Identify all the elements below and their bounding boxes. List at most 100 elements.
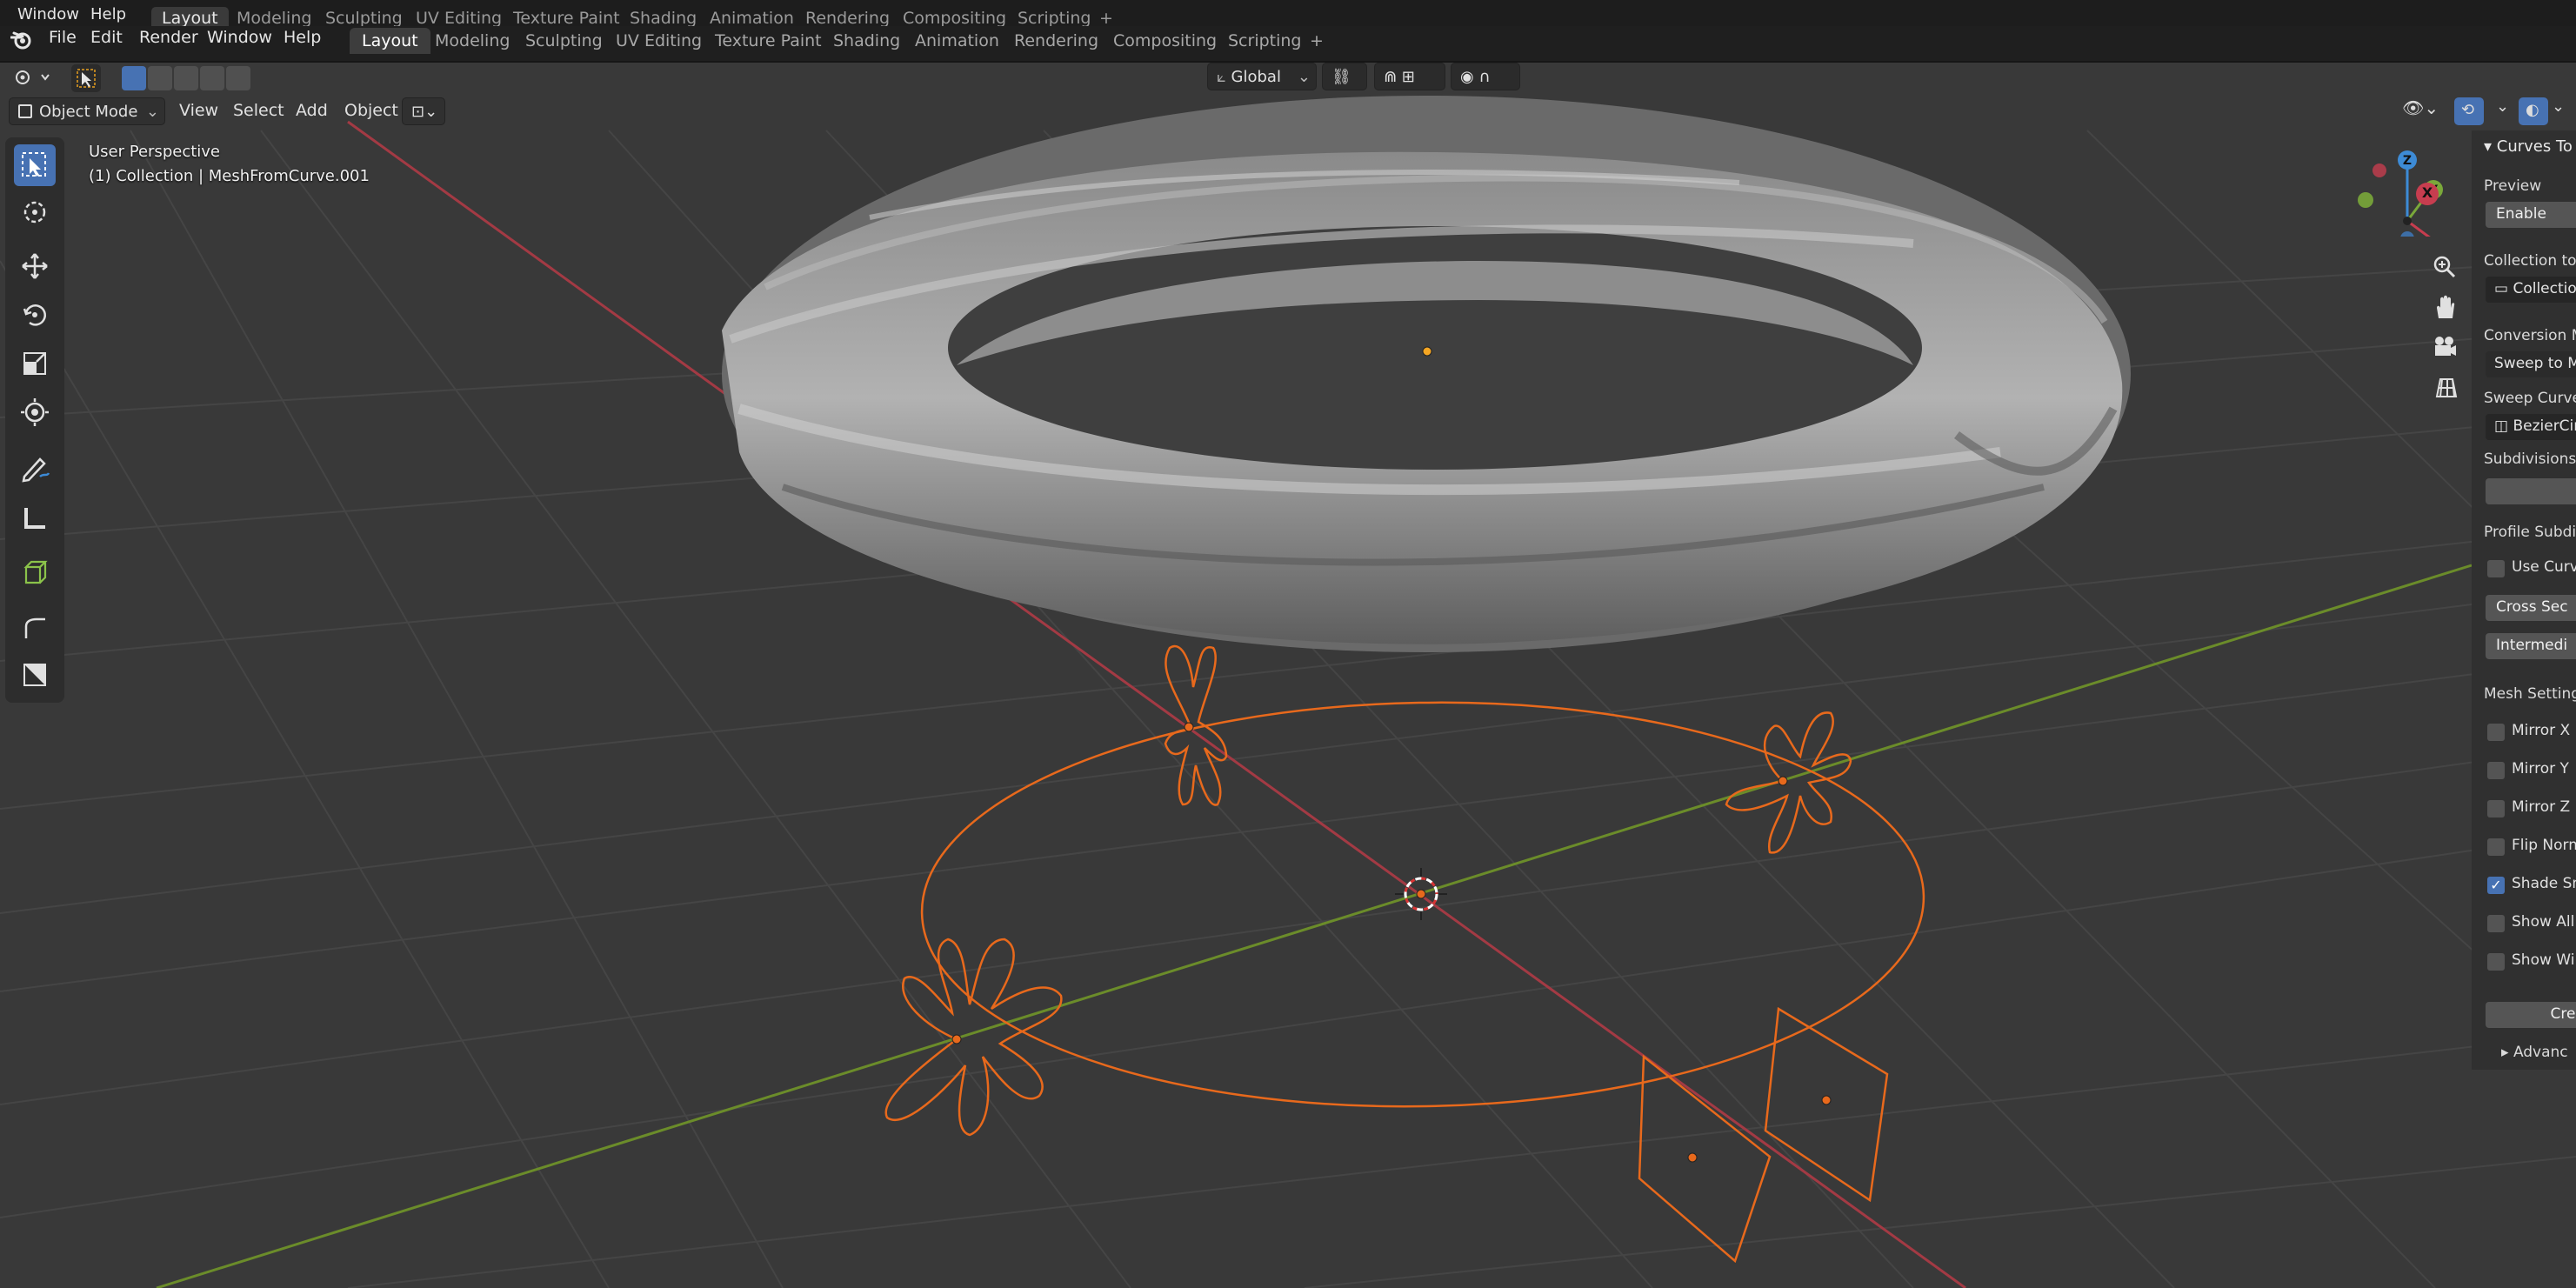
- camera-icon[interactable]: [2430, 332, 2459, 362]
- ghost-tab-texture-paint[interactable]: Texture Paint: [503, 7, 631, 26]
- overlay-toggle[interactable]: ◐: [2519, 97, 2548, 125]
- mesh-origin-dot: [1422, 346, 1432, 357]
- disclosure-triangle-icon: ▸: [2501, 1044, 2513, 1061]
- measure-tool[interactable]: [14, 497, 56, 539]
- mirror-x-checkbox[interactable]: [2487, 724, 2505, 741]
- panel-title: Curves To: [2496, 137, 2573, 156]
- mirror-y-label: Mirror Y: [2512, 760, 2569, 777]
- menu-select[interactable]: Select: [233, 101, 284, 120]
- menu-add[interactable]: Add: [296, 101, 328, 120]
- object-mode-dropdown[interactable]: Object Mode ⌄: [9, 97, 165, 125]
- transform-orientation-dropdown[interactable]: ⟀ Global ⌄: [1207, 63, 1317, 90]
- zoom-icon[interactable]: [2430, 252, 2459, 282]
- collection-field[interactable]: ▭ Collection: [2486, 277, 2576, 303]
- annotate-tool[interactable]: [14, 447, 56, 489]
- show-wire-label: Show Wi: [2512, 951, 2575, 969]
- select-tool-button[interactable]: [71, 64, 101, 92]
- menu-help[interactable]: Help: [284, 26, 321, 50]
- grid-ortho-icon[interactable]: [2430, 372, 2459, 402]
- tab-modeling[interactable]: Modeling: [423, 28, 522, 54]
- ghost-menu-help[interactable]: Help: [90, 5, 126, 23]
- subdivisions-slider[interactable]: [2486, 478, 2576, 504]
- ghost-tab-modeling[interactable]: Modeling: [226, 7, 322, 26]
- select-intersect-icon[interactable]: [226, 66, 250, 90]
- rotate-tool[interactable]: [14, 294, 56, 336]
- collection-icon: ▭: [2494, 280, 2513, 297]
- gizmo-x-axis[interactable]: X: [2416, 183, 2439, 205]
- tab-rendering[interactable]: Rendering: [1002, 28, 1111, 54]
- hand-pan-icon[interactable]: [2430, 292, 2459, 322]
- ghost-tab-compositing[interactable]: Compositing: [892, 7, 1017, 26]
- use-curve-checkbox[interactable]: [2487, 560, 2505, 577]
- mirror-z-checkbox[interactable]: [2487, 800, 2505, 818]
- gizmo-icon: ⟲: [2461, 101, 2475, 119]
- cross-section-button[interactable]: Cross Sec: [2486, 595, 2576, 621]
- snap-toggle[interactable]: ⋒ ⊞: [1374, 63, 1445, 90]
- ghost-tab-uv-editing[interactable]: UV Editing: [405, 7, 512, 26]
- conversion-dropdown[interactable]: Sweep to M: [2486, 351, 2576, 377]
- blender-logo-icon[interactable]: [10, 30, 33, 50]
- shade-smooth-checkbox[interactable]: ✓: [2487, 877, 2505, 894]
- select-invert-icon[interactable]: [200, 66, 224, 90]
- menu-file[interactable]: File: [49, 26, 77, 50]
- menu-edit[interactable]: Edit: [90, 26, 123, 50]
- tab-compositing[interactable]: Compositing: [1101, 28, 1229, 54]
- curve-tool-icon: [24, 617, 45, 638]
- curve-tool[interactable]: [14, 607, 56, 649]
- menu-object[interactable]: Object: [344, 101, 398, 120]
- chevron-down-icon: ⌄: [2496, 97, 2510, 116]
- tab-sculpting[interactable]: Sculpting: [513, 28, 615, 54]
- select-box-tool[interactable]: [14, 144, 56, 186]
- panel-header[interactable]: ▾ Curves To: [2484, 137, 2573, 156]
- show-wire-checkbox[interactable]: [2487, 953, 2505, 971]
- mirror-y-checkbox[interactable]: [2487, 762, 2505, 779]
- select-new-icon[interactable]: [122, 66, 146, 90]
- select-subtract-icon[interactable]: [174, 66, 198, 90]
- ghost-tab-animation[interactable]: Animation: [699, 7, 804, 26]
- menu-view[interactable]: View: [179, 101, 218, 120]
- sweep-curve-field[interactable]: ◫ BezierCir: [2486, 414, 2576, 440]
- tab-texture-paint[interactable]: Texture Paint: [703, 28, 834, 54]
- tab-uv-editing[interactable]: UV Editing: [604, 28, 714, 54]
- shade-smooth-label: Shade Sm: [2512, 875, 2576, 892]
- scale-cage-icon: [23, 664, 46, 686]
- add-cube-tool[interactable]: [14, 551, 56, 593]
- enable-button[interactable]: Enable: [2486, 202, 2576, 228]
- advanced-section[interactable]: ▸ Advanc: [2501, 1044, 2568, 1061]
- visibility-dropdown[interactable]: 👁⌄: [2402, 97, 2447, 125]
- menu-render[interactable]: Render: [139, 26, 198, 50]
- flip-normals-checkbox[interactable]: [2487, 838, 2505, 856]
- menu-window[interactable]: Window: [207, 26, 272, 50]
- intermediate-button[interactable]: Intermedi: [2486, 633, 2576, 659]
- tab-animation[interactable]: Animation: [903, 28, 1011, 54]
- pivot-point-dropdown[interactable]: ⛓: [1322, 63, 1367, 90]
- transform-tool[interactable]: [14, 391, 56, 433]
- ghost-tab-layout[interactable]: Layout: [151, 7, 229, 26]
- gizmo-options-dropdown[interactable]: ⌄: [2496, 97, 2513, 125]
- ghost-tab-scripting[interactable]: Scripting: [1007, 7, 1102, 26]
- editor-type-icon[interactable]: [12, 68, 52, 87]
- ghost-tab-sculpting[interactable]: Sculpting: [315, 7, 413, 26]
- move-tool[interactable]: [14, 245, 56, 287]
- collection-value: Collection: [2513, 280, 2576, 297]
- ghost-tab-shading[interactable]: Shading: [619, 7, 707, 26]
- cursor-tool[interactable]: [14, 191, 56, 233]
- select-extend-icon[interactable]: [148, 66, 172, 90]
- gizmo-x-label: X: [2421, 184, 2433, 201]
- object-options-dropdown[interactable]: ⊡⌄: [402, 97, 445, 125]
- tab-layout[interactable]: Layout: [350, 28, 430, 54]
- ghost-tab-rendering[interactable]: Rendering: [795, 7, 900, 26]
- 3d-viewport[interactable]: Z Y X: [0, 63, 2576, 1288]
- scale-cage-tool[interactable]: [14, 654, 56, 696]
- overlay-options-dropdown[interactable]: ⌄: [2552, 97, 2573, 125]
- chevron-down-icon: ⌄: [2552, 97, 2566, 116]
- ghost-menu-window[interactable]: Window: [17, 5, 79, 23]
- proportional-editing-toggle[interactable]: ◉ ∩: [1451, 63, 1520, 90]
- scale-tool[interactable]: [14, 343, 56, 384]
- add-workspace-button[interactable]: +: [1298, 28, 1336, 54]
- create-button[interactable]: Cre: [2486, 1002, 2576, 1028]
- ghost-add-tab[interactable]: +: [1089, 7, 1124, 26]
- tab-shading[interactable]: Shading: [821, 28, 912, 54]
- gizmo-toggle[interactable]: ⟲: [2454, 97, 2484, 125]
- show-all-checkbox[interactable]: [2487, 915, 2505, 932]
